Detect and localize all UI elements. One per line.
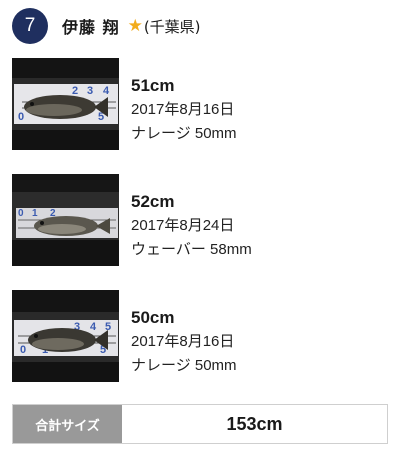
catch-size: 50cm xyxy=(131,308,175,327)
total-size-value: 153cm xyxy=(226,413,283,434)
fish-photo-image: 234 05 xyxy=(12,58,119,150)
prefecture: (千葉県) xyxy=(143,17,201,36)
catch-info: 51cm 2017年8月16日 ナレージ 50mm xyxy=(131,74,237,146)
catch-lure: ウェーバー 58mm xyxy=(131,241,252,258)
svg-text:0: 0 xyxy=(20,344,26,356)
total-size-bar: 合計サイズ 153cm xyxy=(12,404,388,444)
rank-badge: 7 xyxy=(12,8,48,44)
catch-date: 2017年8月16日 xyxy=(131,333,235,350)
svg-text:0: 0 xyxy=(18,111,24,123)
svg-text:3: 3 xyxy=(87,85,93,97)
fish-photo[interactable]: 012 xyxy=(12,174,119,266)
angler-header: 7 伊藤 翔 ★ (千葉県) xyxy=(12,8,201,44)
angler-name: 伊藤 翔 xyxy=(62,18,120,37)
catch-lure: ナレージ 50mm xyxy=(131,125,237,142)
star-icon: ★ xyxy=(127,15,143,36)
catch-size: 51cm xyxy=(131,76,175,95)
catch-date: 2017年8月24日 xyxy=(131,217,235,234)
catch-info: 50cm 2017年8月16日 ナレージ 50mm xyxy=(131,306,237,378)
svg-text:0: 0 xyxy=(18,208,24,219)
catch-date: 2017年8月16日 xyxy=(131,101,235,118)
catch-entry: 345 015 50cm 2017年8月16日 ナレージ 50mm xyxy=(12,290,390,382)
svg-text:2: 2 xyxy=(72,85,78,97)
catch-lure: ナレージ 50mm xyxy=(131,357,237,374)
catch-size: 52cm xyxy=(131,192,175,211)
svg-text:1: 1 xyxy=(32,208,38,219)
svg-text:5: 5 xyxy=(105,321,111,333)
fish-photo-image: 012 xyxy=(12,174,119,266)
svg-text:4: 4 xyxy=(90,321,97,333)
fish-photo[interactable]: 234 05 xyxy=(12,58,119,150)
total-size-label: 合計サイズ xyxy=(13,405,122,443)
catch-entry: 012 52cm 2017年8月24日 ウェーバー 58mm xyxy=(12,174,390,266)
fish-photo[interactable]: 345 015 xyxy=(12,290,119,382)
svg-text:4: 4 xyxy=(103,85,110,97)
catch-entry: 234 05 51cm 2017年8月16日 ナレージ 50mm xyxy=(12,58,390,150)
catch-info: 52cm 2017年8月24日 ウェーバー 58mm xyxy=(131,190,252,262)
fish-photo-image: 345 015 xyxy=(12,290,119,382)
